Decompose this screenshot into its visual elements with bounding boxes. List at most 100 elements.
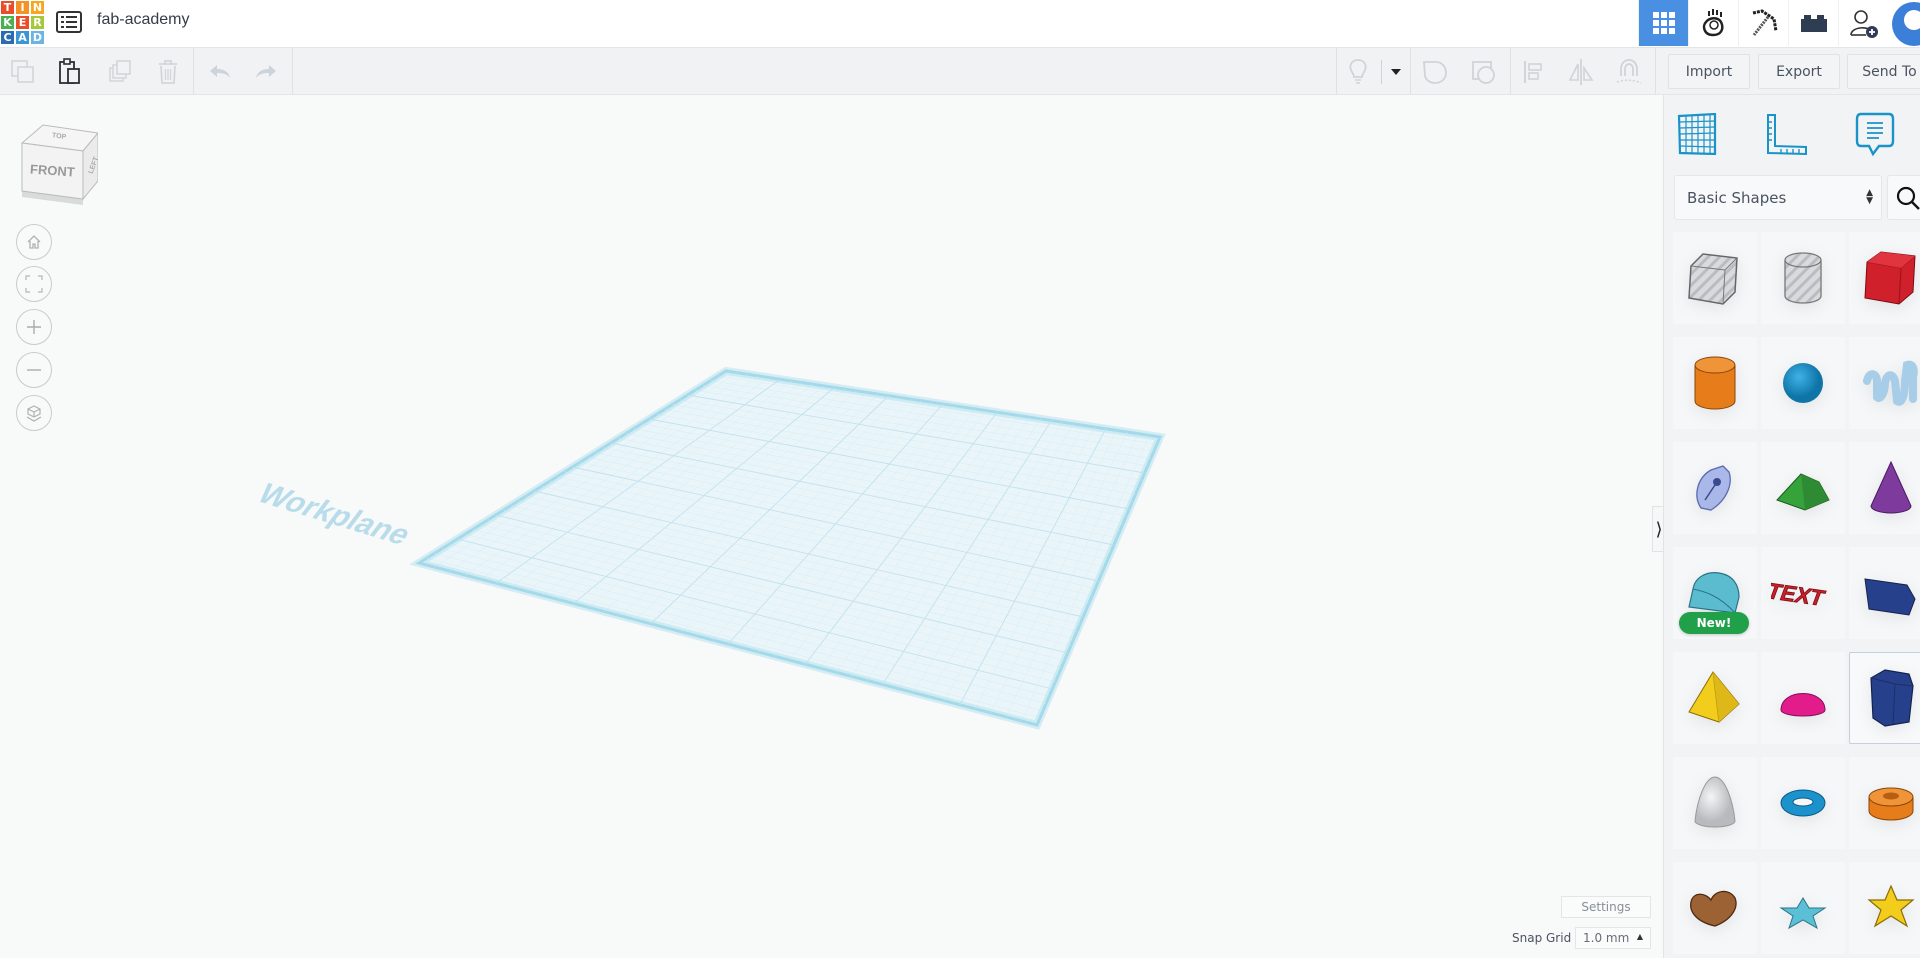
view-cube[interactable]: FRONT TOP LEFT: [18, 123, 101, 205]
logo-letter: I: [15, 0, 30, 15]
settings-button[interactable]: Settings: [1561, 896, 1651, 918]
home-icon: [27, 235, 41, 249]
logo-letter: D: [30, 30, 45, 45]
pyramid-icon: [1688, 671, 1740, 723]
shape-tile-half-sphere[interactable]: [1761, 652, 1845, 744]
notes-tool-button[interactable]: [1850, 109, 1900, 159]
shape-tile-box-hole[interactable]: [1673, 232, 1757, 324]
logo-letter: R: [30, 15, 45, 30]
fit-view-icon: [25, 275, 43, 293]
hand-icon: [1702, 9, 1724, 37]
scribble-icon: [1863, 360, 1918, 406]
add-user-icon: [1849, 10, 1878, 38]
torus-icon: [1780, 789, 1826, 817]
home-view-button[interactable]: [16, 224, 52, 260]
paste-button[interactable]: [47, 48, 93, 95]
shape-tile-polygon[interactable]: [1849, 652, 1920, 744]
shape-tile-pyramid[interactable]: [1673, 652, 1757, 744]
zoom-out-button[interactable]: [16, 352, 52, 388]
shape-search-button[interactable]: [1887, 175, 1920, 220]
logo-letter: K: [0, 15, 15, 30]
project-title[interactable]: fab-academy: [97, 11, 190, 29]
snap-grid-label: Snap Grid: [1512, 931, 1572, 945]
fit-all-button[interactable]: [16, 266, 52, 302]
zoom-in-button[interactable]: [16, 309, 52, 345]
redo-icon: [256, 64, 276, 78]
duplicate-button[interactable]: [97, 48, 143, 95]
invite-user-button[interactable]: [1838, 0, 1888, 46]
viewcube-front-label: FRONT: [30, 161, 76, 179]
shape-tile-roof[interactable]: [1761, 442, 1845, 534]
undo-button[interactable]: [197, 48, 243, 95]
ortho-perspective-button[interactable]: [16, 395, 52, 431]
star-extruded-icon: [1867, 884, 1915, 928]
minecraft-view-button[interactable]: [1738, 0, 1788, 46]
tube-icon: [1868, 787, 1914, 821]
brick-icon: [1800, 15, 1827, 32]
align-icon: [1524, 60, 1542, 83]
shape-tile-heart[interactable]: [1673, 862, 1757, 954]
shape-tile-cylinder[interactable]: [1673, 337, 1757, 429]
import-button[interactable]: Import: [1668, 54, 1750, 89]
workplane-label: Workplane: [251, 477, 419, 550]
svg-text:TEXT: TEXT: [1771, 579, 1828, 611]
shape-tile-cone[interactable]: [1849, 442, 1920, 534]
workplane-canvas[interactable]: Workplane: [0, 0, 1660, 958]
shape-tile-shape-generator[interactable]: [1673, 442, 1757, 534]
show-hide-dropdown[interactable]: [1384, 48, 1408, 95]
mirror-button[interactable]: [1558, 48, 1604, 95]
magnet-icon: [1616, 58, 1642, 84]
ruler-tool-button[interactable]: [1762, 109, 1812, 159]
workplane-tool-button[interactable]: [1672, 109, 1722, 159]
text-icon: TEXT: [1771, 578, 1829, 611]
perspective-cube-icon: [26, 405, 42, 422]
shape-tile-text[interactable]: TEXT: [1761, 547, 1845, 639]
copy-button[interactable]: [0, 48, 46, 95]
shape-tile-paraboloid[interactable]: [1673, 757, 1757, 849]
lego-view-button[interactable]: [1788, 0, 1838, 46]
shape-library-select[interactable]: Basic Shapes ▲ ▼: [1674, 175, 1882, 220]
user-avatar[interactable]: [1892, 2, 1920, 46]
mirror-icon: [1568, 58, 1594, 85]
snap-grid-select[interactable]: 1.0 mm ▲: [1575, 927, 1651, 949]
shape-tile-star-extruded[interactable]: [1849, 862, 1920, 954]
heart-icon: [1690, 890, 1737, 927]
shape-tile-sphere[interactable]: [1761, 337, 1845, 429]
group-button[interactable]: [1412, 48, 1458, 95]
logo-letter: E: [15, 15, 30, 30]
codeblocks-view-button[interactable]: [1688, 0, 1738, 46]
delete-button[interactable]: [145, 48, 191, 95]
shape-tile-tube[interactable]: [1849, 757, 1920, 849]
ungroup-icon: [1472, 60, 1495, 84]
3d-design-view-button[interactable]: [1638, 0, 1688, 46]
cone-icon: [1870, 460, 1912, 514]
show-hide-button[interactable]: [1335, 48, 1381, 95]
group-icon: [1423, 60, 1447, 84]
plus-icon: [27, 320, 41, 334]
search-icon: [1896, 186, 1920, 210]
chevron-right-icon: ⟩: [1655, 518, 1663, 540]
shape-tile-cylinder-hole[interactable]: [1761, 232, 1845, 324]
edit-toolbar: Import Export Send To: [0, 48, 1920, 95]
undo-icon: [210, 64, 230, 78]
toolbar-divider: [1655, 48, 1656, 95]
tinkercad-logo[interactable]: TINKERCAD: [0, 0, 45, 45]
redo-button[interactable]: [243, 48, 289, 95]
wedge-icon: [1864, 578, 1916, 616]
ruler-icon: [1767, 114, 1807, 155]
shape-tile-scribble[interactable]: [1849, 337, 1920, 429]
shape-tile-star[interactable]: [1761, 862, 1845, 954]
ungroup-button[interactable]: [1461, 48, 1507, 95]
star-icon: [1779, 897, 1827, 930]
send-to-button[interactable]: Send To: [1847, 54, 1920, 89]
split-divider: [1381, 60, 1382, 84]
shape-tile-box[interactable]: [1849, 232, 1920, 324]
project-list-button[interactable]: [56, 11, 82, 33]
align-button[interactable]: [1510, 48, 1556, 95]
export-button[interactable]: Export: [1758, 54, 1840, 89]
toolbar-divider: [1410, 48, 1411, 95]
shape-tile-torus[interactable]: [1761, 757, 1845, 849]
shape-tile-wedge[interactable]: [1849, 547, 1920, 639]
cruise-button[interactable]: [1606, 48, 1652, 95]
caret-down-icon: [1391, 68, 1401, 75]
